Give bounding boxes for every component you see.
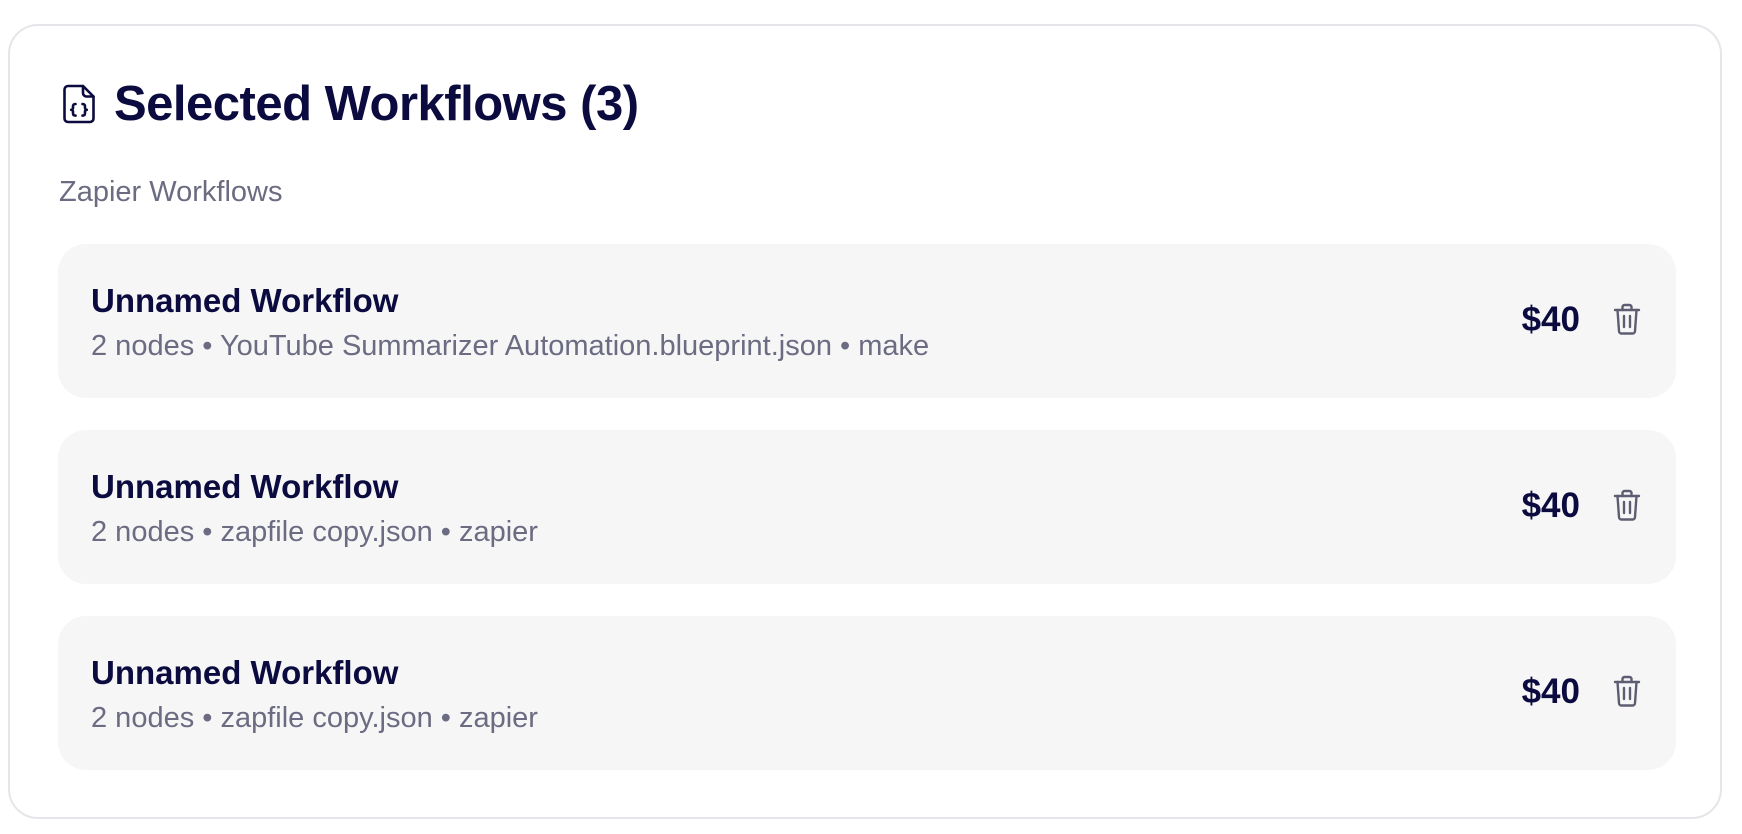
trash-icon xyxy=(1613,675,1641,712)
delete-workflow-button[interactable] xyxy=(1610,675,1644,711)
card-header: Selected Workflows (3) xyxy=(60,74,639,134)
workflow-item: Unnamed Workflow 2 nodes • YouTube Summa… xyxy=(58,244,1676,398)
selected-workflows-card: Selected Workflows (3) Zapier Workflows … xyxy=(8,24,1722,819)
workflow-meta: 2 nodes • zapfile copy.json • zapier xyxy=(91,702,538,734)
workflow-price: $40 xyxy=(1521,486,1580,525)
section-label: Zapier Workflows xyxy=(59,176,283,208)
trash-icon xyxy=(1613,489,1641,526)
workflow-meta: 2 nodes • zapfile copy.json • zapier xyxy=(91,516,538,548)
workflow-name: Unnamed Workflow xyxy=(91,468,399,505)
workflow-item: Unnamed Workflow 2 nodes • zapfile copy.… xyxy=(58,616,1676,770)
workflow-list: Unnamed Workflow 2 nodes • YouTube Summa… xyxy=(58,244,1676,802)
workflow-price: $40 xyxy=(1521,672,1580,711)
trash-icon xyxy=(1613,303,1641,340)
delete-workflow-button[interactable] xyxy=(1610,303,1644,339)
workflow-price: $40 xyxy=(1521,300,1580,339)
workflow-meta: 2 nodes • YouTube Summarizer Automation.… xyxy=(91,330,930,362)
workflow-name: Unnamed Workflow xyxy=(91,654,399,691)
file-code-icon xyxy=(60,82,98,126)
page-title: Selected Workflows (3) xyxy=(114,77,639,131)
delete-workflow-button[interactable] xyxy=(1610,489,1644,525)
workflow-item: Unnamed Workflow 2 nodes • zapfile copy.… xyxy=(58,430,1676,584)
workflow-name: Unnamed Workflow xyxy=(91,282,399,319)
